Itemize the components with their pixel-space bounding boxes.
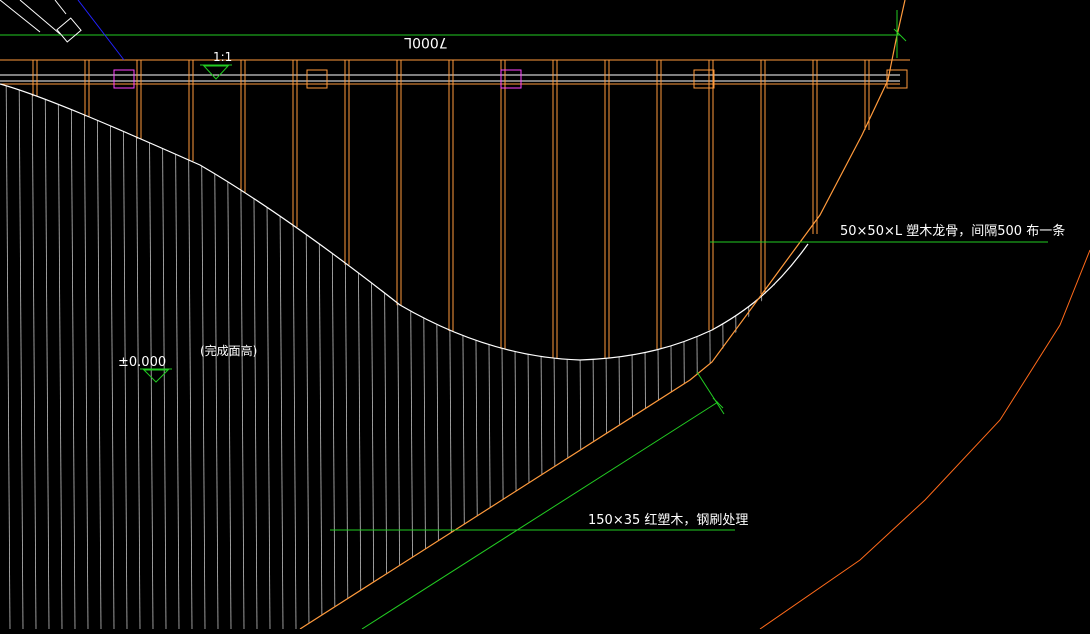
hatch-line [590, 84, 596, 629]
hatch-line [356, 84, 362, 629]
hatch-line [629, 84, 635, 629]
hatch-line [5, 84, 11, 629]
hatch-line [304, 84, 310, 629]
level-mark: ±0.000 (完成面高) [118, 343, 257, 383]
hatch-line [512, 84, 518, 629]
hatch-line [772, 84, 778, 629]
hatch-line [733, 84, 739, 629]
hatch-line [694, 84, 700, 629]
hatch-line [421, 84, 427, 629]
board-callout-text: 150×35 红塑木，钢刷处理 [588, 512, 748, 528]
hatch-line [798, 84, 804, 629]
board-callout: 150×35 红塑木，钢刷处理 [330, 371, 748, 630]
cad-drawing: 7000L 1:1 ±0.000 (完成面高) 50×50×L 塑木龙骨，间隔5… [0, 0, 1090, 630]
hatch-line [538, 84, 544, 629]
hatch-line [564, 84, 570, 629]
hatch-line [668, 84, 674, 629]
hatch-line [616, 84, 622, 629]
hatch-line [96, 84, 102, 629]
ground-profile-curve [0, 83, 809, 361]
timber-joists [32, 60, 870, 359]
hatch-line [265, 84, 271, 629]
hatch-line [746, 84, 752, 629]
top-left-detail [0, 0, 125, 61]
hatch-line [317, 84, 323, 629]
ground-hatch [5, 60, 829, 629]
hatch-line [83, 84, 89, 629]
hatch-line [785, 84, 791, 629]
hatch-line [408, 84, 414, 629]
level-note-text: (完成面高) [200, 343, 257, 358]
hatch-line [44, 84, 50, 629]
hatch-line [278, 84, 284, 629]
hatch-line [460, 84, 466, 629]
hatch-line [109, 84, 115, 629]
dimension-line: 7000L [0, 10, 907, 58]
hatch-line [161, 84, 167, 629]
hatch-line [148, 84, 154, 629]
hatch-line [825, 60, 829, 629]
section-mark-text: 1:1 [213, 50, 232, 64]
hatch-line [70, 84, 76, 629]
hatch-line [382, 84, 388, 629]
dimension-text: 7000L [404, 34, 448, 50]
hatch-line [369, 84, 375, 629]
joist-callout: 50×50×L 塑木龙骨，间隔500 布一条 [710, 223, 1065, 243]
hatch-line [330, 84, 336, 629]
hatch-line [174, 84, 180, 629]
joist-callout-text: 50×50×L 塑木龙骨，间隔500 布一条 [840, 223, 1065, 239]
hatch-line [135, 84, 141, 629]
hatch-line [57, 84, 63, 629]
hatch-line [122, 84, 128, 629]
hatch-line [473, 84, 479, 629]
slope-edge-lines [299, 0, 1090, 630]
hatch-line [681, 84, 687, 629]
hatch-line [18, 84, 24, 629]
hatch-line [577, 84, 583, 629]
hatch-line [642, 84, 648, 629]
level-mark-text: ±0.000 [118, 355, 166, 370]
joist-block-markers [113, 69, 908, 89]
hatch-line [525, 84, 531, 629]
hatch-line [31, 84, 37, 629]
hatch-line [434, 84, 440, 629]
